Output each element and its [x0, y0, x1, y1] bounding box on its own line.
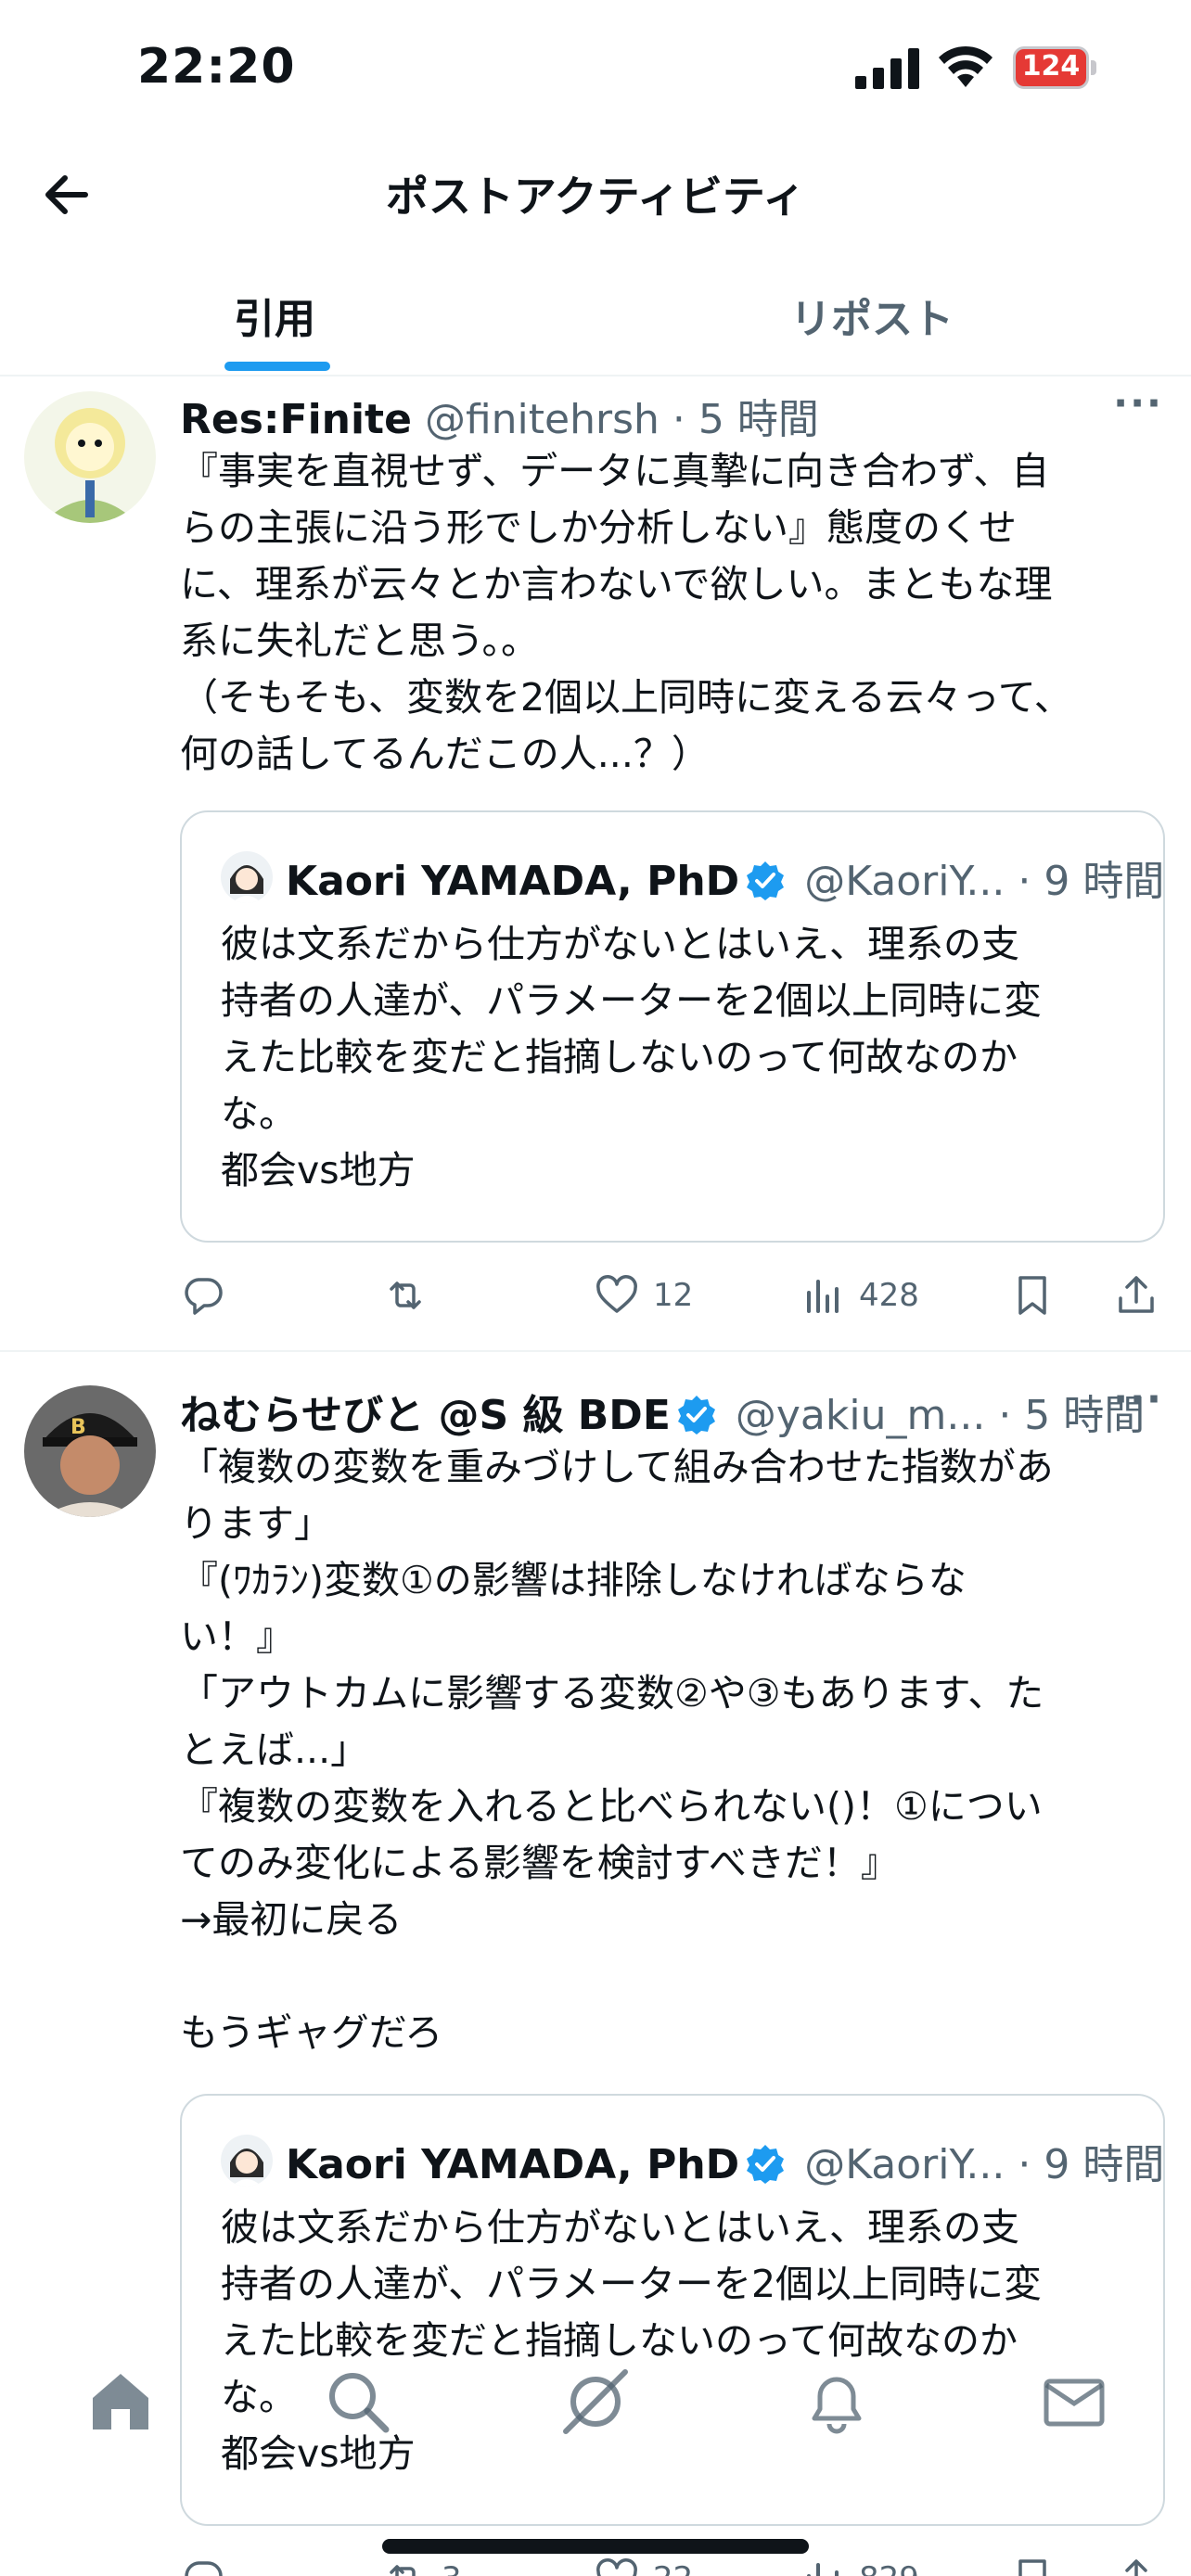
quoted-post-header: Kaori YAMADA, PhD @KaoriY... · 9 時間	[286, 848, 1164, 907]
search-icon[interactable]	[321, 2365, 395, 2439]
quoted-post-time: · 9 時間	[1018, 2141, 1165, 2188]
page-header: ポストアクティビティ	[0, 139, 1191, 250]
views-button[interactable]: 428	[800, 1263, 919, 1328]
status-bar: 22:20 124	[0, 0, 1191, 139]
post-divider	[0, 1350, 1191, 1352]
active-tab-indicator	[224, 362, 330, 371]
repost-icon	[390, 2565, 416, 2576]
post-text: 『事実を直視せず、データに真摯に向き合わず、自 らの主張に沿う形でしか分析しない…	[180, 449, 1072, 776]
avatar[interactable]	[24, 391, 156, 523]
post-text: 「複数の変数を重みづけして組み合わせた指数があ ります」 『(ﾜｶﾗﾝ)変数①の…	[180, 1445, 1054, 2055]
quoted-author-handle: @KaoriY...	[804, 2141, 1005, 2188]
mail-icon[interactable]	[1037, 2365, 1111, 2439]
bookmark-icon	[1018, 1276, 1046, 1315]
page-title: ポストアクティビティ	[385, 172, 806, 222]
bookmark-button[interactable]	[1009, 2546, 1056, 2576]
reply-icon	[185, 2561, 223, 2576]
view-count: 428	[859, 1277, 919, 1314]
reply-button[interactable]	[180, 2546, 226, 2576]
share-button[interactable]	[1113, 2546, 1159, 2576]
like-count: 12	[653, 1277, 694, 1314]
grok-icon[interactable]	[558, 2365, 633, 2439]
heart-icon	[596, 2558, 637, 2576]
quoted-author-handle: @KaoriY...	[804, 858, 1005, 905]
more-options-icon[interactable]: ···	[1113, 1376, 1163, 1422]
post-actions: 12 428	[180, 1263, 1167, 1328]
heart-icon	[596, 1275, 637, 1313]
verified-badge-icon	[677, 1396, 715, 1435]
wifi-icon	[939, 45, 992, 87]
share-icon	[1125, 2559, 1147, 2576]
home-icon[interactable]	[83, 2365, 158, 2439]
svg-text:B: B	[70, 1416, 86, 1439]
author-name[interactable]: Res:Finite	[180, 396, 412, 443]
quoted-post-header: Kaori YAMADA, PhD @KaoriY... · 9 時間	[286, 2131, 1164, 2190]
quoted-author-name: Kaori YAMADA, PhD	[286, 858, 740, 905]
author-name[interactable]: ねむらせびと @S 級 BDE	[180, 1392, 671, 1439]
share-button[interactable]	[1113, 1263, 1159, 1328]
views-chart-icon	[807, 2563, 839, 2576]
quoted-post-text: 彼は文系だから仕方がないとはいえ、理系の支 持者の人達が、パラメーターを2個以上…	[221, 922, 1043, 1192]
views-chart-icon	[807, 1280, 839, 1313]
reply-icon	[185, 1278, 223, 1315]
tab-reposts[interactable]: リポスト	[790, 286, 954, 345]
avatar	[221, 851, 273, 903]
bottom-nav	[0, 2365, 1191, 2467]
battery-indicator: 124	[1013, 46, 1096, 89]
repost-icon	[390, 1282, 421, 1309]
tab-bar: 引用 リポスト	[0, 269, 1191, 376]
author-handle[interactable]: @finitehrsh	[425, 396, 660, 443]
share-icon	[1119, 1276, 1154, 1313]
reply-button[interactable]	[180, 1263, 226, 1328]
bookmark-button[interactable]	[1009, 1263, 1056, 1328]
avatar	[221, 2135, 273, 2187]
tab-quotes[interactable]: 引用	[234, 286, 315, 345]
bell-icon[interactable]	[800, 2365, 874, 2439]
like-count: 22	[653, 2560, 693, 2576]
post-time: · 5 時間	[672, 396, 819, 443]
view-count: 829	[859, 2560, 919, 2576]
more-options-icon[interactable]: ···	[1113, 380, 1163, 426]
post-1[interactable]: Res:Finite @finitehrsh · 5 時間 ··· 『事実を直視…	[0, 380, 1191, 1345]
home-indicator	[382, 2539, 809, 2554]
battery-level: 124	[1021, 50, 1081, 83]
like-button[interactable]: 12	[594, 1263, 693, 1328]
post-header: Res:Finite @finitehrsh · 5 時間	[180, 386, 1163, 445]
quoted-author-name: Kaori YAMADA, PhD	[286, 2141, 740, 2188]
post-header: ねむらせびと @S 級 BDE @yakiu_m... · 5 時間	[180, 1382, 1163, 1441]
repost-button[interactable]	[382, 1263, 429, 1328]
status-time: 22:20	[137, 39, 296, 95]
bookmark-icon	[1018, 2559, 1046, 2576]
repost-count: 3	[442, 2560, 462, 2576]
views-button[interactable]: 829	[800, 2546, 919, 2576]
quoted-post-time: · 9 時間	[1018, 858, 1165, 905]
verified-badge-icon	[747, 2145, 785, 2184]
author-handle[interactable]: @yakiu_m...	[736, 1392, 985, 1439]
cellular-signal-icon	[855, 48, 919, 89]
verified-badge-icon	[747, 861, 785, 900]
avatar[interactable]: B	[24, 1385, 156, 1517]
quoted-post[interactable]: Kaori YAMADA, PhD @KaoriY... · 9 時間 彼は文系…	[180, 810, 1165, 1243]
